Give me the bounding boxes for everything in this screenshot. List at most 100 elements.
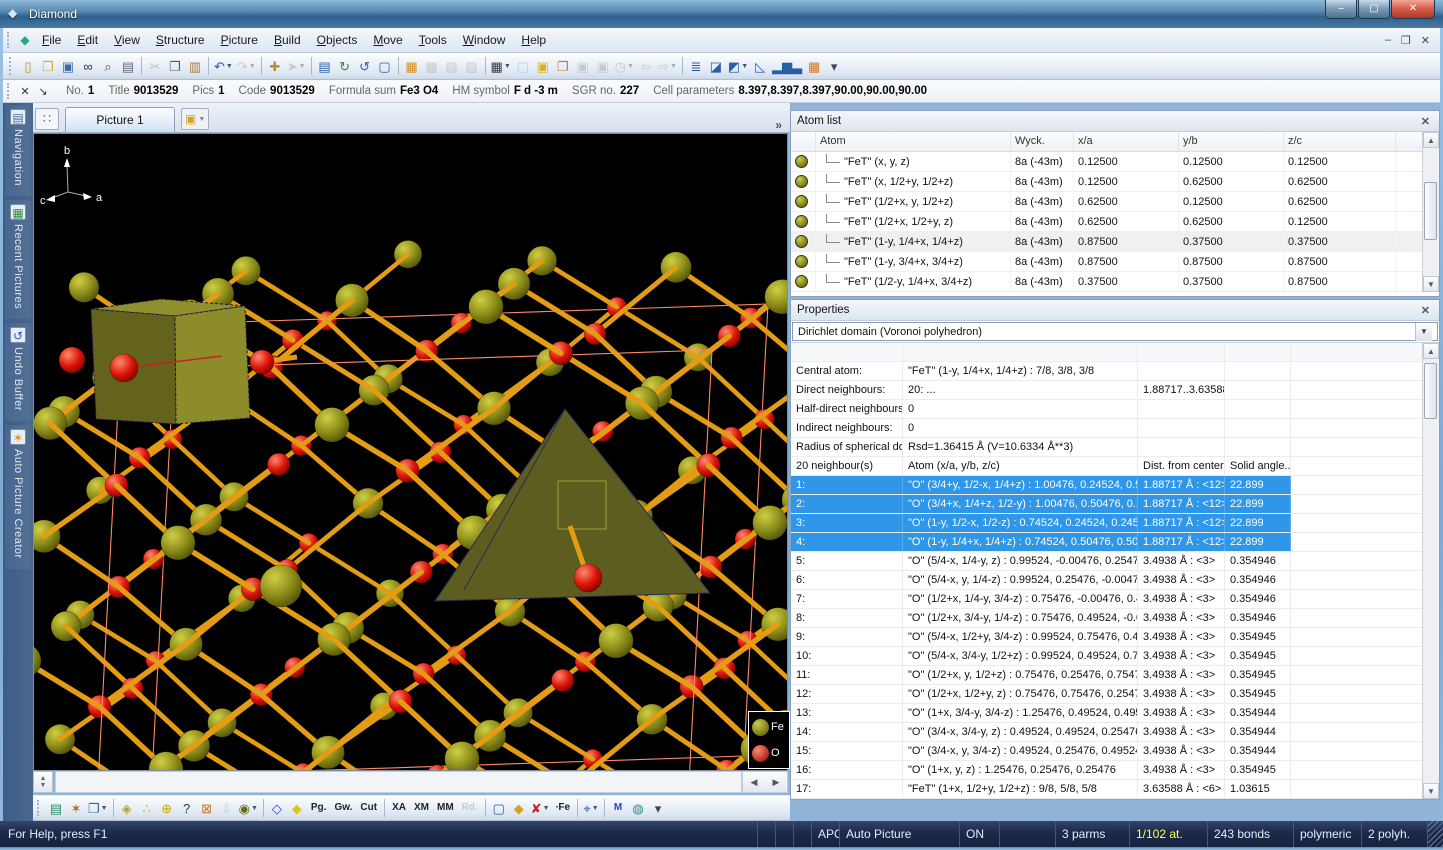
new-document-icon[interactable]: ▯ (18, 55, 38, 77)
split-view-icon[interactable]: ◪ (706, 55, 726, 77)
neighbor-row[interactable]: 11:"O" (1/2+x, y, 1/2+z) : 0.75476, 0.25… (791, 666, 1439, 685)
crystal-structure-render[interactable]: bac (34, 134, 787, 770)
column-header-wyck[interactable]: Wyck. (1011, 132, 1074, 151)
datasheet-icon[interactable]: ▦ (804, 55, 824, 77)
copy-icon[interactable]: ❐ (165, 55, 185, 77)
neighbor-row[interactable]: 3:"O" (1-y, 1/2-x, 1/2-z) : 0.74524, 0.2… (791, 514, 1439, 533)
property-row[interactable]: 20 neighbour(s)Atom (x/a, y/b, z/c)Dist.… (791, 457, 1439, 476)
menu-item-view[interactable]: View (106, 30, 148, 50)
neighbor-row[interactable]: 8:"O" (1/2+x, 3/4-y, 1/4-z) : 0.75476, 0… (791, 609, 1439, 628)
add-atom-icon[interactable]: ⊕ (157, 797, 177, 819)
histogram-icon[interactable]: ▂▆▃ (770, 55, 804, 77)
polyhedra-outline-icon[interactable]: ◇ (267, 797, 287, 819)
open-folder-icon[interactable]: ❒ (38, 55, 58, 77)
close-icon[interactable]: ✕ (1418, 115, 1433, 128)
maximize-button[interactable]: ▢ (1358, 0, 1390, 19)
menu-item-build[interactable]: Build (266, 30, 309, 50)
close-button[interactable]: ✕ (1391, 0, 1435, 19)
spin-down-icon[interactable]: ▼ (40, 782, 47, 789)
menu-item-picture[interactable]: Picture (213, 30, 266, 50)
tab-overflow-chevron[interactable]: » (775, 118, 782, 132)
neighbor-row[interactable]: 1:"O" (3/4+y, 1/2-x, 1/4+z) : 1.00476, 0… (791, 476, 1439, 495)
copy-picture-icon[interactable]: ❐ (553, 55, 573, 77)
tree-view-icon[interactable]: ▤ (315, 55, 335, 77)
picture-wizard-icon[interactable]: ❐▼ (86, 797, 110, 819)
scroll-down-icon[interactable]: ▼ (1423, 783, 1439, 799)
scrollbar-thumb[interactable] (1424, 363, 1437, 419)
move-tool-icon[interactable]: ⌖▼ (581, 797, 601, 819)
cut-button[interactable]: Cut (356, 797, 381, 819)
sidebar-tab-navigation[interactable]: ▤Navigation (5, 105, 31, 196)
neighbor-row[interactable]: 7:"O" (1/2+x, 1/4-y, 3/4-z) : 0.75476, -… (791, 590, 1439, 609)
sidebar-tab-recent-pictures[interactable]: ▦Recent Pictures (5, 200, 31, 319)
atom-list-row[interactable]: "FeT" (1-y, 3/4+x, 3/4+z)8a (-43m)0.8750… (791, 252, 1439, 272)
undo-icon[interactable]: ↶▼ (212, 55, 235, 77)
paste-icon[interactable]: ▥ (185, 55, 205, 77)
scroll-up-icon[interactable]: ▲ (1423, 343, 1439, 359)
save-icon[interactable]: ▣ (58, 55, 78, 77)
neighbor-row[interactable]: 15:"O" (3/4-x, y, 3/4-z) : 0.49524, 0.25… (791, 742, 1439, 761)
properties-scrollbar[interactable]: ▲▼ (1422, 343, 1439, 799)
column-header-xa[interactable]: x/a (1074, 132, 1179, 151)
fe-bond-icon[interactable]: ∙Fe (552, 797, 574, 819)
menu-item-edit[interactable]: Edit (69, 30, 106, 50)
neighbor-row[interactable]: 9:"O" (5/4-x, 1/2+y, 3/4-z) : 0.99524, 0… (791, 628, 1439, 647)
grid-options-icon[interactable]: ▦▼ (489, 55, 513, 77)
property-row[interactable]: Central atom:"FeT" (1-y, 1/4+x, 1/4+z) :… (791, 362, 1439, 381)
coordination-sphere-icon[interactable]: ◉▼ (237, 797, 260, 819)
menu-item-move[interactable]: Move (365, 30, 410, 50)
polyhedra-filled-icon[interactable]: ◆ (287, 797, 307, 819)
atom-list-row[interactable]: "FeT" (1-y, 1/4+x, 1/4+z)8a (-43m)0.8750… (791, 232, 1439, 252)
destroy-icon[interactable]: ✘▼ (529, 797, 552, 819)
scroll-left-icon[interactable]: ◀ (751, 777, 758, 788)
tile-windows-icon[interactable]: ∷ (35, 108, 59, 130)
mdi-close-icon[interactable]: ✕ (1421, 34, 1430, 47)
property-row[interactable]: Indirect neighbours:0 (791, 419, 1439, 438)
neighbor-row[interactable]: 5:"O" (5/4-x, 1/4-y, z) : 0.99524, -0.00… (791, 552, 1439, 571)
neighbor-row[interactable]: 16:"O" (1+x, y, z) : 1.25476, 0.25476, 0… (791, 761, 1439, 780)
dropdown-value[interactable]: Dirichlet domain (Voronoi polyhedron)▼ (792, 322, 1438, 341)
close-icon[interactable]: ✕ (1418, 304, 1433, 317)
tab-picture-1[interactable]: Picture 1 (65, 107, 175, 132)
goto-icon[interactable]: ↘ (34, 85, 52, 98)
atom-list-row[interactable]: "FeT" (x, 1/2+y, 1/2+z)8a (-43m)0.125000… (791, 172, 1439, 192)
toolbar-grip[interactable] (7, 32, 12, 49)
update-picture-icon[interactable]: ↻ (335, 55, 355, 77)
mm-button[interactable]: MM (433, 797, 458, 819)
menu-item-structure[interactable]: Structure (148, 30, 213, 50)
neighbor-row[interactable]: 17:"FeT" (1+x, 1/2+y, 1/2+z) : 9/8, 5/8,… (791, 780, 1439, 799)
neighbor-row[interactable]: 13:"O" (1+x, 3/4-y, 3/4-z) : 1.25476, 0.… (791, 704, 1439, 723)
atom-list-row[interactable]: "FeT" (1/2+x, y, 1/2+z)8a (-43m)0.625000… (791, 192, 1439, 212)
view-axes-icon[interactable]: ◆ (509, 797, 529, 819)
toolbar-grip[interactable] (37, 800, 42, 817)
unit-cell-icon[interactable]: ◈ (117, 797, 137, 819)
mdi-minimize-icon[interactable]: ‒ (1385, 34, 1391, 47)
atom-list-row[interactable]: "FeT" (1/2-y, 1/4+x, 3/4+z)8a (-43m)0.37… (791, 272, 1439, 292)
column-header-zc[interactable]: z/c (1284, 132, 1396, 151)
sidebar-tab-auto-picture-creator[interactable]: ✶Auto Picture Creator (5, 425, 31, 569)
new-picture-icon[interactable]: ▣ (533, 55, 553, 77)
scroll-right-icon[interactable]: ▶ (773, 777, 780, 788)
pan-hand-icon[interactable]: ✚ (265, 55, 285, 77)
unknown-atom-icon[interactable]: ? (177, 797, 197, 819)
atom-list-scrollbar[interactable]: ▲▼ (1422, 132, 1439, 292)
atom-list-row[interactable]: "FeT" (1/2+x, 1/2+y, z)8a (-43m)0.625000… (791, 212, 1439, 232)
property-row[interactable]: Half-direct neighbours:0 (791, 400, 1439, 419)
add-atoms-icon[interactable]: ∴ (137, 797, 157, 819)
atom-table-icon[interactable]: ▦ (402, 55, 422, 77)
render-icon[interactable]: ◍ (628, 797, 648, 819)
find-binoculars-icon[interactable]: ∞ (78, 55, 98, 77)
properties-mode-dropdown[interactable]: Dirichlet domain (Voronoi polyhedron)▼ (791, 321, 1439, 343)
sidebar-tab-undo-buffer[interactable]: ↺Undo Buffer (5, 323, 31, 421)
property-row[interactable]: Radius of spherical do...Rsd=1.36415 Å (… (791, 438, 1439, 457)
toolbar-grip[interactable] (9, 57, 14, 75)
scrollbar-thumb[interactable] (1424, 182, 1437, 240)
toolbar-grip[interactable] (7, 83, 12, 98)
menu-item-window[interactable]: Window (455, 30, 514, 50)
blank-picture-icon[interactable]: ▢ (513, 55, 533, 77)
neighbor-row[interactable]: 12:"O" (1/2+x, 1/2+y, z) : 0.75476, 0.75… (791, 685, 1439, 704)
neighbor-row[interactable]: 6:"O" (5/4-x, y, 1/4-z) : 0.99524, 0.254… (791, 571, 1439, 590)
structure-viewport[interactable]: bac FeO (33, 133, 788, 771)
menu-item-help[interactable]: Help (513, 30, 554, 50)
view-cell-icon[interactable]: ▢ (489, 797, 509, 819)
